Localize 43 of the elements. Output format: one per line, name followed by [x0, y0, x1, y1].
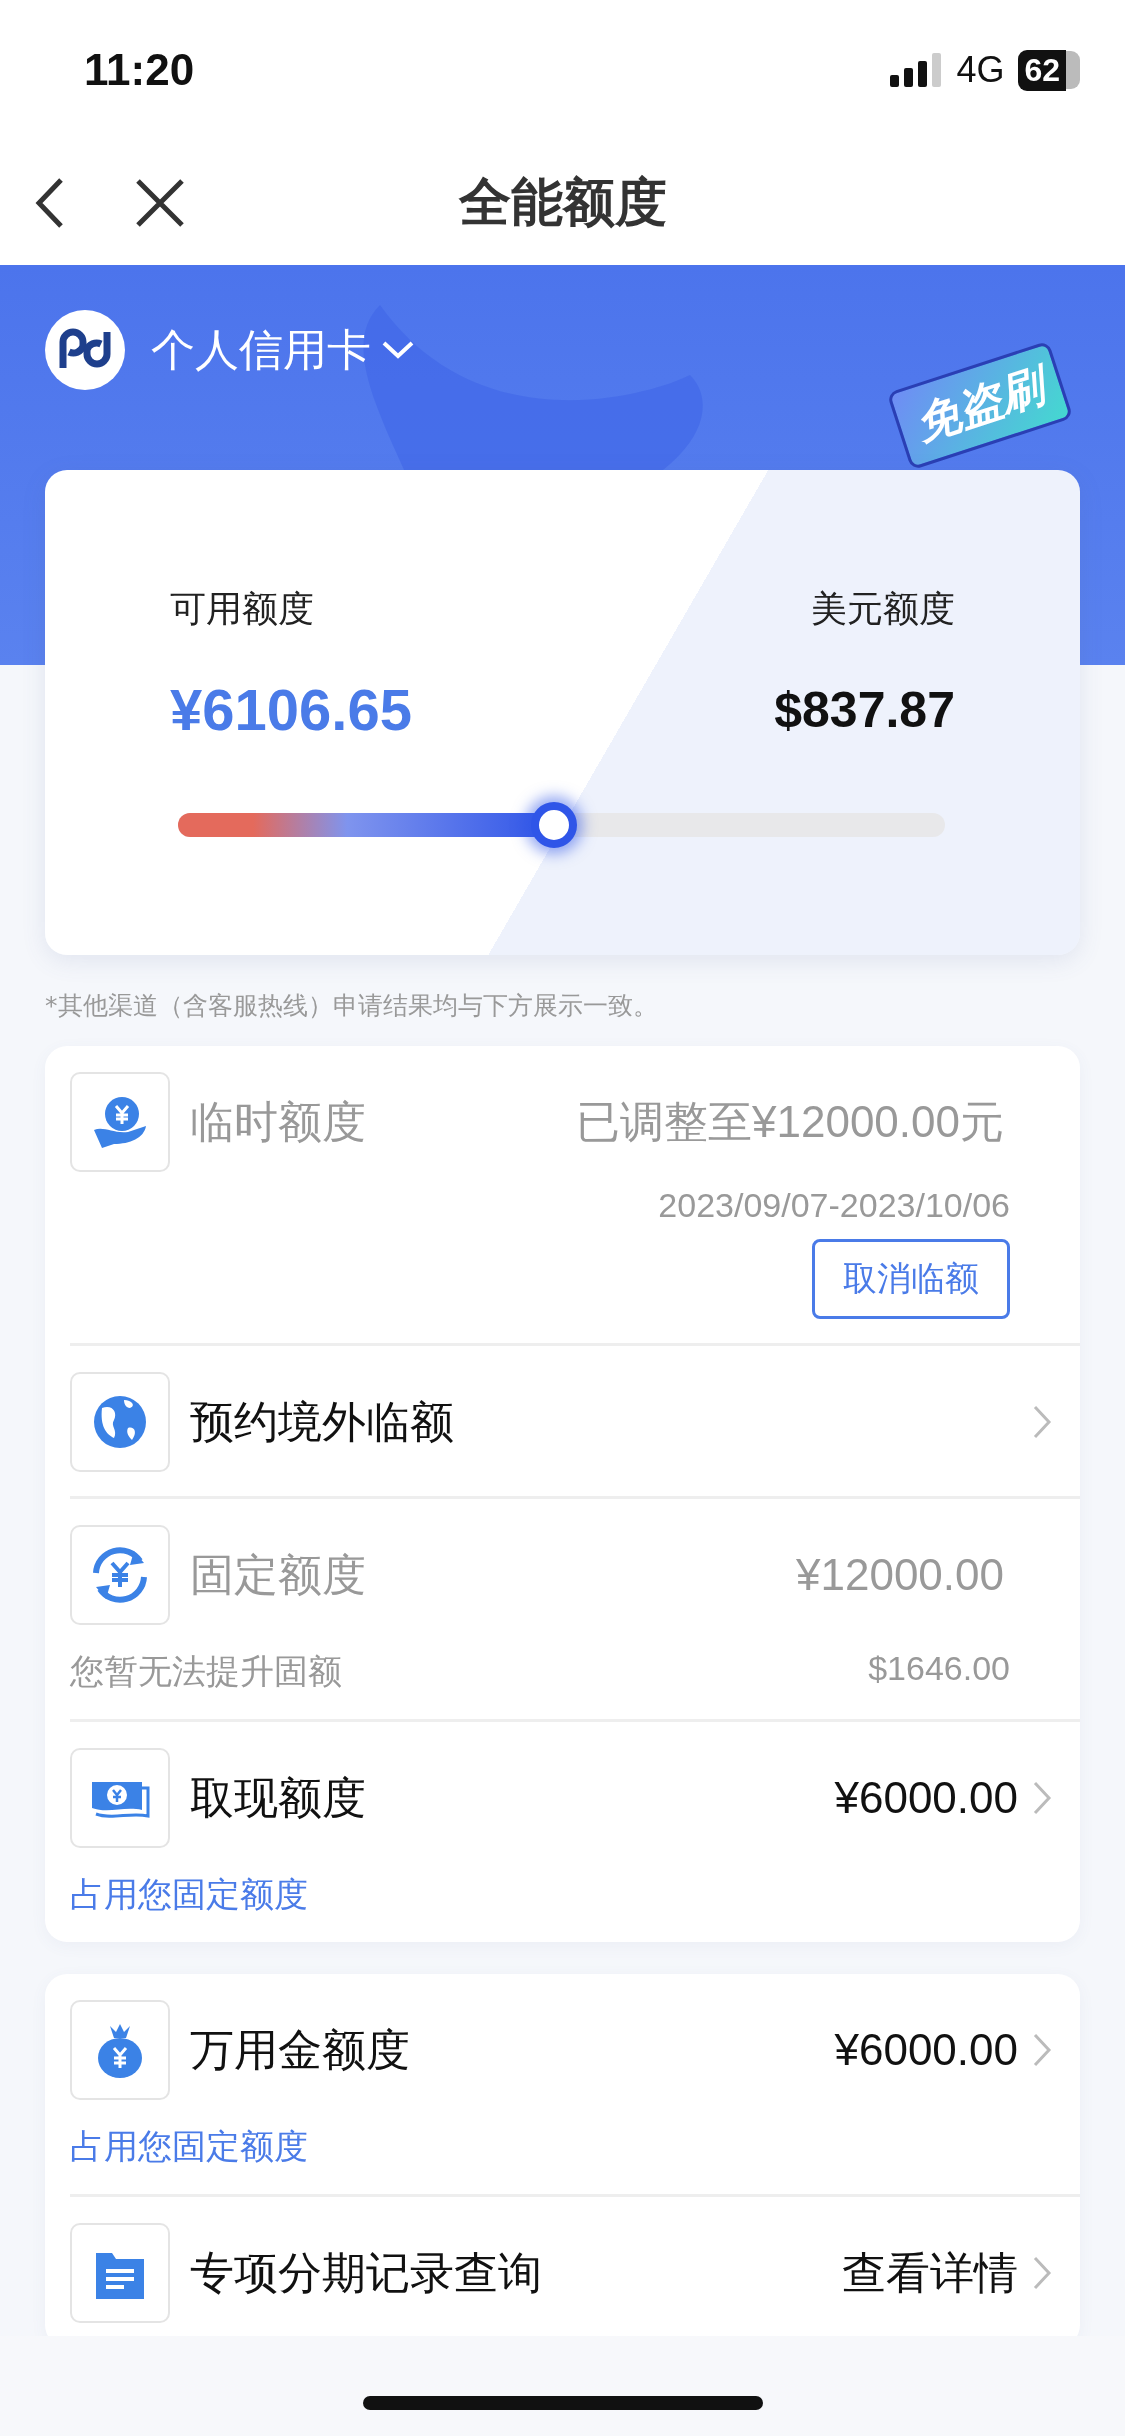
limit-thumb: [530, 802, 577, 848]
bank-logo-icon: [45, 310, 125, 390]
chevron-right-icon[interactable]: [1032, 1780, 1052, 1816]
battery-percent: 62: [1018, 49, 1066, 91]
limit-title[interactable]: 万用金额度: [190, 2020, 835, 2080]
account-selector[interactable]: 个人信用卡: [151, 320, 415, 380]
limit-title: 固定额度: [190, 1547, 367, 1602]
limit-note: 您暂无法提升固额: [70, 1650, 342, 1693]
limit-value: ¥12000.00: [796, 1550, 1004, 1600]
disclaimer-note: *其他渠道（含客服热线）申请结果均与下方展示一致。: [45, 990, 659, 1022]
banknote-icon: [70, 1748, 170, 1848]
yen-cycle-icon: [70, 1525, 170, 1625]
status-time: 11:20: [84, 45, 195, 95]
folder-icon: [70, 2223, 170, 2323]
available-label: 可用额度: [170, 587, 314, 631]
limit-value: 已调整至¥12000.00元: [576, 1095, 1004, 1148]
limit-title: 临时额度: [190, 1094, 367, 1149]
close-icon[interactable]: [135, 177, 185, 228]
chevron-right-icon[interactable]: [1032, 2255, 1052, 2291]
limit-note: 占用您固定额度: [70, 1873, 308, 1916]
limit-note: 占用您固定额度: [70, 2125, 308, 2168]
limit-title[interactable]: 专项分期记录查询: [190, 2243, 842, 2303]
chevron-right-icon[interactable]: [1032, 1404, 1052, 1440]
usd-amount: $837.87: [774, 680, 955, 739]
signal-icon: [890, 53, 943, 87]
available-amount: ¥6106.65: [170, 676, 412, 743]
date-range: 2023/09/07-2023/10/06: [658, 1186, 1010, 1225]
limit-title[interactable]: 取现额度: [190, 1768, 835, 1828]
network-label: 4G: [956, 49, 1005, 91]
usd-limit-value: $1646.00: [868, 1649, 1010, 1689]
back-icon[interactable]: [35, 176, 65, 229]
limit-title[interactable]: 预约境外临额: [190, 1392, 1018, 1452]
battery-empty-segment: [1066, 51, 1080, 89]
money-bag-icon: [70, 2000, 170, 2100]
hand-yen-icon: [70, 1072, 170, 1172]
limit-value: 查看详情: [842, 2246, 1018, 2299]
globe-icon: [70, 1372, 170, 1472]
usd-label: 美元额度: [811, 587, 955, 631]
limit-value: ¥6000.00: [834, 2025, 1018, 2075]
page-title: 全能额度: [458, 170, 667, 234]
chevron-down-icon: [381, 340, 415, 360]
chevron-right-icon[interactable]: [1032, 2032, 1052, 2068]
limit-value: ¥6000.00: [834, 1773, 1018, 1823]
